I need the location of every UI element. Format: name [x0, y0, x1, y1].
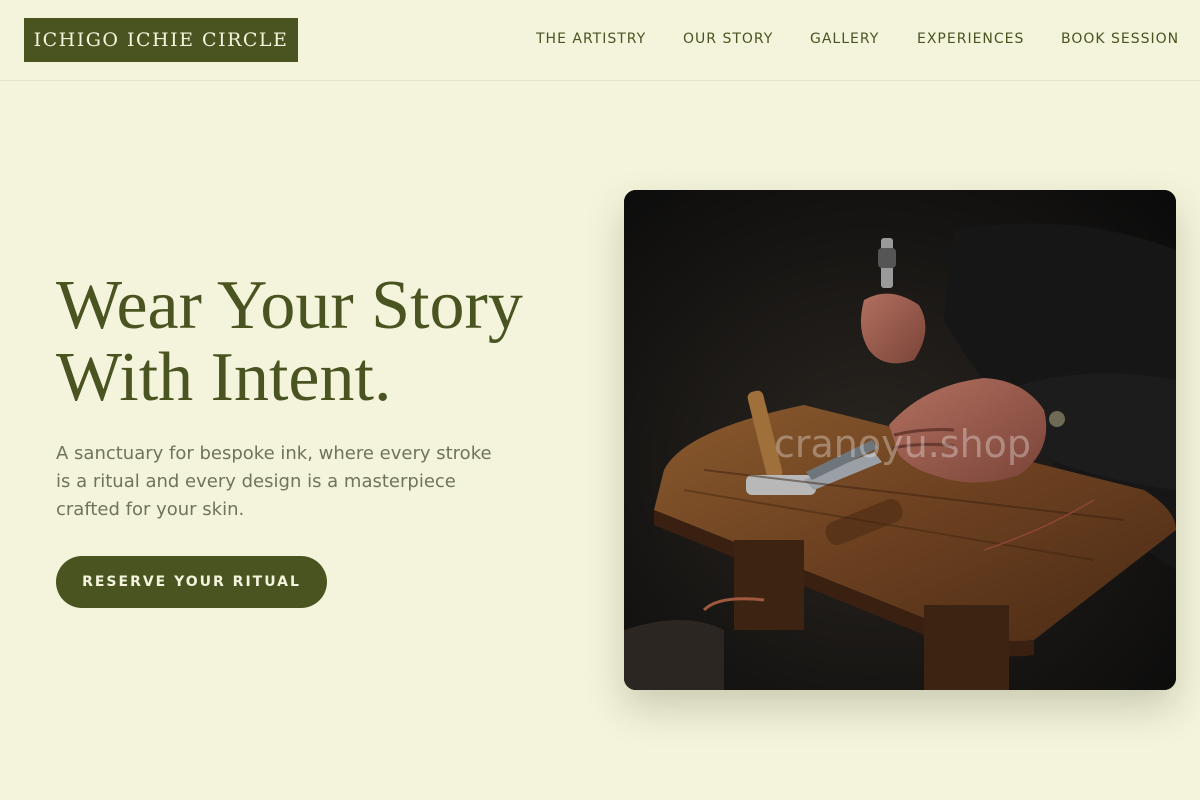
hero-title-line-2: With Intent.: [56, 339, 392, 416]
nav-item-artistry[interactable]: THE ARTISTRY: [536, 30, 646, 48]
reserve-ritual-button[interactable]: RESERVE YOUR RITUAL: [56, 556, 327, 608]
brand-logo[interactable]: ICHIGO ICHIE CIRCLE: [24, 18, 298, 62]
site-header: ICHIGO ICHIE CIRCLE THE ARTISTRY OUR STO…: [0, 0, 1200, 81]
nav-item-our-story[interactable]: OUR STORY: [683, 30, 773, 48]
nav-item-book-session[interactable]: BOOK SESSION: [1061, 30, 1179, 48]
hero-description: A sanctuary for bespoke ink, where every…: [56, 443, 492, 520]
nav-item-gallery[interactable]: GALLERY: [810, 30, 879, 48]
image-watermark: cranoyu.shop: [774, 422, 1032, 466]
hero-title: Wear Your Story With Intent.: [56, 270, 576, 414]
hero-title-line-1: Wear Your Story: [56, 267, 523, 344]
nav-item-experiences[interactable]: EXPERIENCES: [917, 30, 1024, 48]
hero-image: cranoyu.shop: [624, 190, 1176, 690]
